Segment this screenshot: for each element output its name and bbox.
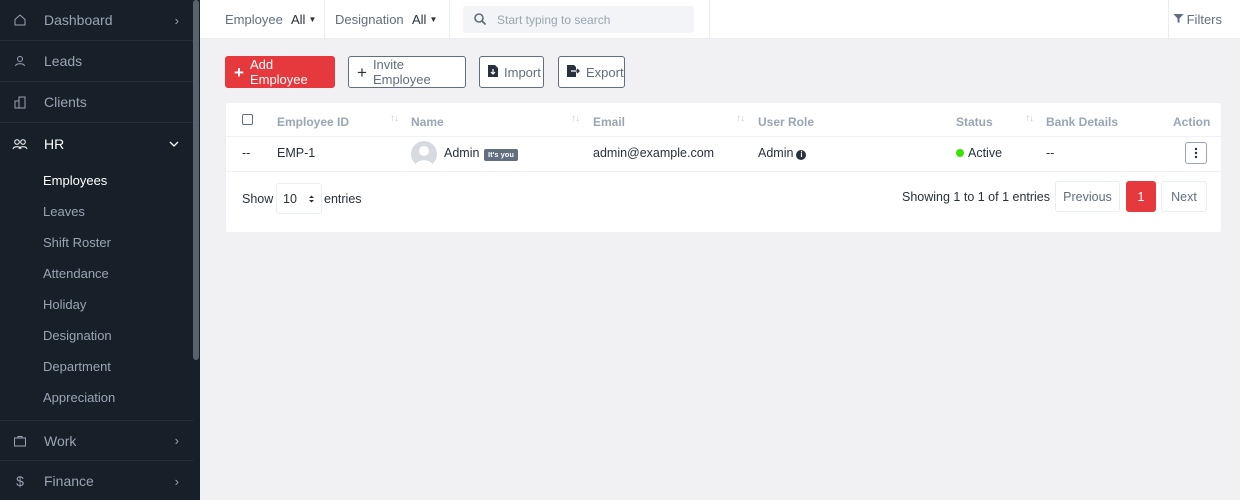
column-header-email[interactable]: Email — [593, 115, 625, 129]
designation-filter-select[interactable]: All ▼ — [412, 12, 437, 27]
show-label: Show — [242, 192, 274, 206]
avatar[interactable] — [411, 141, 437, 167]
employees-table-card: Employee ID ↑↓ Name ↑↓ Email ↑↓ User Rol… — [225, 102, 1223, 233]
its-you-badge: It's you — [484, 149, 518, 161]
entries-per-page-select[interactable]: 10 — [276, 183, 322, 214]
file-import-icon — [488, 64, 498, 80]
plus-icon: + — [234, 62, 244, 82]
file-export-icon — [567, 64, 580, 80]
search-input[interactable] — [497, 10, 687, 29]
email-cell: admin@example.com — [593, 146, 715, 160]
row-action-menu-button[interactable] — [1185, 142, 1207, 164]
sidebar-sub-holiday[interactable]: Holiday — [43, 297, 86, 312]
column-header-status[interactable]: Status — [956, 115, 993, 129]
sort-icon[interactable]: ↑↓ — [736, 113, 745, 124]
employee-filter-label: Employee — [225, 12, 283, 27]
plus-icon: + — [357, 62, 367, 82]
export-button[interactable]: Export — [558, 56, 625, 88]
search-box — [463, 6, 694, 33]
previous-page-button[interactable]: Previous — [1055, 181, 1120, 212]
select-all-checkbox[interactable] — [242, 114, 253, 125]
sidebar-item-hr[interactable]: HR — [0, 123, 193, 164]
employee-name-link[interactable]: Admin — [444, 146, 479, 160]
filter-bar: Employee All▼ Designation All▼ Filters — [200, 0, 1240, 39]
chevron-right-icon: › — [174, 433, 179, 448]
sidebar-sub-shift-roster[interactable]: Shift Roster — [43, 235, 111, 250]
dollar-icon: $ — [16, 473, 24, 489]
sidebar-item-dashboard[interactable]: Dashboard › — [0, 0, 193, 41]
pagination-info: Showing 1 to 1 of 1 entries — [902, 190, 1051, 204]
column-header-user-role: User Role — [758, 115, 815, 129]
filter-icon — [1173, 12, 1184, 27]
invite-employee-button[interactable]: + Invite Employee — [348, 56, 466, 88]
status-dot-icon — [956, 149, 964, 157]
sidebar-sub-department[interactable]: Department — [43, 359, 111, 374]
sidebar-sub-leaves[interactable]: Leaves — [43, 204, 85, 219]
import-button[interactable]: Import — [479, 56, 544, 88]
chevron-right-icon: › — [174, 12, 179, 28]
invite-employee-label: Invite Employee — [372, 57, 431, 87]
export-label: Export — [586, 64, 624, 80]
column-header-bank-details: Bank Details — [1046, 115, 1119, 129]
caret-down-icon: ▼ — [308, 15, 317, 24]
filters-label: Filters — [1186, 12, 1222, 27]
chevron-down-icon — [169, 136, 179, 151]
caret-down-icon: ▼ — [429, 15, 438, 24]
add-employee-button[interactable]: + Add Employee — [225, 56, 335, 88]
employee-filter-select[interactable]: All ▼ — [291, 12, 316, 27]
divider — [1168, 0, 1169, 39]
building-icon — [12, 94, 28, 110]
sidebar-item-label: Clients — [44, 94, 87, 110]
sidebar-sub-designation[interactable]: Designation — [43, 328, 112, 343]
sidebar-sub-employees[interactable]: Employees — [43, 173, 107, 188]
info-icon[interactable]: i — [796, 150, 807, 160]
briefcase-icon — [12, 433, 28, 449]
sort-icon[interactable]: ↑↓ — [390, 113, 399, 124]
more-vertical-icon — [1194, 147, 1198, 159]
sort-icon[interactable]: ↑↓ — [1025, 113, 1034, 124]
page-1-button[interactable]: 1 — [1126, 181, 1156, 212]
column-header-employee-id[interactable]: Employee ID — [277, 115, 349, 129]
sidebar-item-label: Dashboard — [44, 12, 113, 28]
sidebar-item-clients[interactable]: Clients — [0, 82, 193, 123]
sidebar-item-label: Finance — [44, 473, 94, 489]
employee-id-cell[interactable]: EMP-1 — [277, 146, 315, 160]
chevron-right-icon: › — [174, 473, 179, 489]
user-role-cell: Admin i — [758, 146, 807, 160]
column-header-action: Action — [1173, 115, 1211, 129]
sidebar-sub-attendance[interactable]: Attendance — [43, 266, 109, 281]
column-header-name[interactable]: Name — [411, 115, 444, 129]
sort-icon[interactable]: ↑↓ — [571, 113, 580, 124]
divider — [324, 0, 325, 39]
bank-details-cell: -- — [1046, 146, 1055, 160]
row-check-placeholder: -- — [242, 146, 251, 160]
sort-caret-icon — [309, 195, 314, 202]
search-icon — [473, 12, 487, 26]
sidebar-scrollbar[interactable] — [193, 0, 199, 360]
divider — [449, 0, 450, 39]
sidebar-item-finance[interactable]: $ Finance › — [0, 461, 193, 500]
people-icon — [12, 136, 28, 152]
designation-filter-label: Designation — [335, 12, 404, 27]
divider — [226, 136, 1223, 137]
entries-label: entries — [324, 192, 362, 206]
divider — [226, 171, 1223, 172]
sidebar-sub-appreciation[interactable]: Appreciation — [43, 390, 115, 405]
filters-button[interactable]: Filters — [1173, 12, 1222, 27]
next-page-button[interactable]: Next — [1161, 181, 1207, 212]
sidebar-item-label: Leads — [44, 53, 83, 69]
import-label: Import — [504, 64, 541, 80]
sidebar-item-work[interactable]: Work › — [0, 420, 193, 461]
add-employee-label: Add Employee — [249, 57, 308, 87]
divider — [709, 0, 710, 39]
sidebar: Dashboard › Leads Clients HR Employees L… — [0, 0, 200, 500]
sidebar-item-label: Work — [44, 432, 77, 449]
user-icon — [12, 53, 28, 69]
home-icon — [12, 12, 28, 28]
sidebar-item-label: HR — [44, 135, 65, 152]
sidebar-item-leads[interactable]: Leads — [0, 41, 193, 82]
status-cell: Active — [956, 146, 1002, 160]
